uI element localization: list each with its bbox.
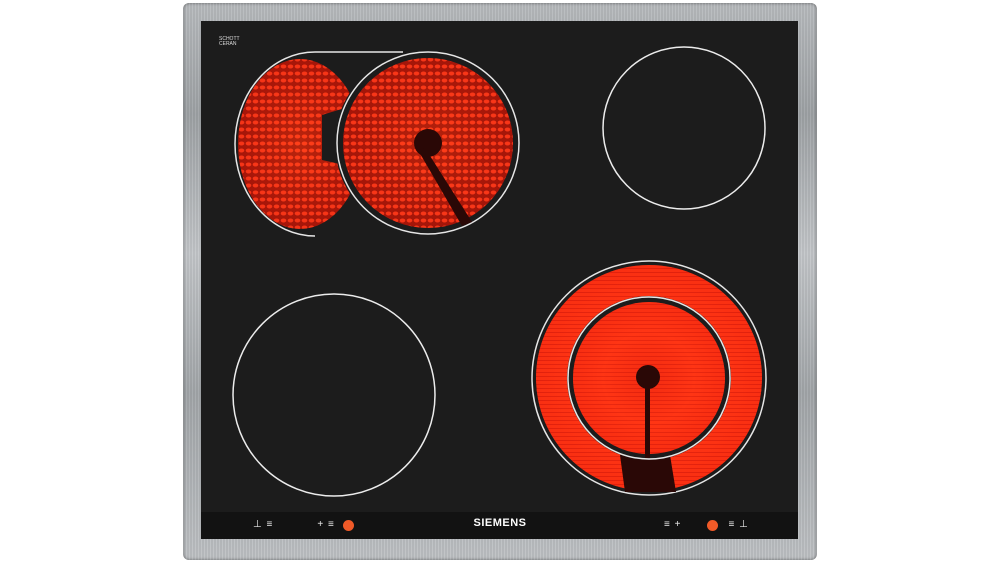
oval-zone-top-left [234, 50, 521, 237]
schott-ceran-logo: SCHOTT CERAN [219, 36, 240, 47]
power-indicator-light [342, 519, 354, 531]
zone-bottom-left [232, 293, 436, 497]
brand-logo: SIEMENS [473, 517, 527, 529]
zone-top-right [602, 46, 766, 210]
zone-selector-icon[interactable]: ⊥ ≡ [253, 518, 273, 532]
power-indicator-light [707, 519, 719, 531]
control-group-right: ≡ + ≡ ⊥ [664, 518, 749, 532]
cooking-zones [232, 46, 767, 497]
zone-selector-icon[interactable]: ≡ ⊥ [728, 518, 748, 532]
control-group-left: ⊥ ≡ + ≡ [253, 518, 354, 532]
zone-selector-icon[interactable]: ≡ + [664, 518, 681, 532]
dual-zone-bottom-right [531, 260, 767, 496]
zone-selector-icon[interactable]: + ≡ [317, 518, 334, 532]
